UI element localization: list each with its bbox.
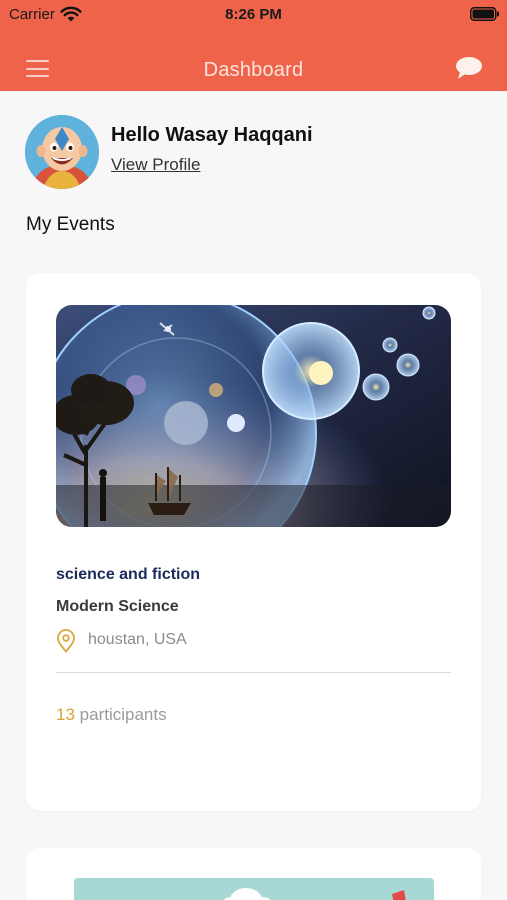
participants-label: participants bbox=[79, 705, 167, 724]
clock-label: 8:26 PM bbox=[225, 6, 282, 23]
participants-count: 13 bbox=[56, 705, 75, 724]
event-card[interactable] bbox=[26, 848, 481, 900]
divider bbox=[56, 672, 451, 673]
avatar[interactable] bbox=[25, 115, 99, 189]
event-card[interactable]: science and fiction Modern Science houst… bbox=[26, 273, 481, 811]
nav-bar: Dashboard bbox=[0, 32, 507, 91]
location-pin-icon bbox=[57, 629, 75, 653]
event-image bbox=[56, 305, 451, 527]
view-profile-link[interactable]: View Profile bbox=[111, 155, 200, 175]
battery-icon bbox=[470, 7, 499, 21]
event-category: science and fiction bbox=[56, 566, 201, 583]
event-title: Modern Science bbox=[56, 598, 179, 615]
event-image bbox=[74, 878, 434, 900]
status-bar: Carrier 8:26 PM bbox=[0, 0, 507, 32]
location-text: houstan, USA bbox=[88, 631, 187, 648]
greeting-text: Hello Wasay Haqqani bbox=[111, 124, 313, 146]
chat-icon[interactable] bbox=[455, 56, 483, 80]
page-title: Dashboard bbox=[203, 59, 304, 81]
participants-info: 13 participants bbox=[56, 705, 167, 725]
section-title: My Events bbox=[26, 214, 115, 235]
